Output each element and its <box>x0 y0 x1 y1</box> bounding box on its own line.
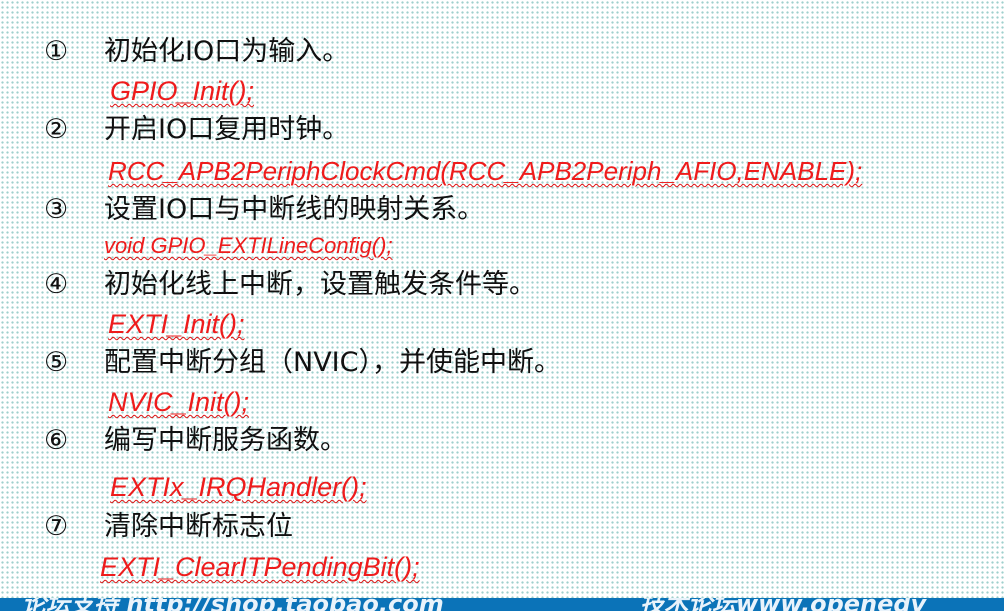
step-number: ⑦ <box>44 511 69 542</box>
step-description: 开启IO口复用时钟。 <box>104 114 350 145</box>
code-snippet: NVIC_Init(); <box>108 387 250 417</box>
footer-band: 论坛支持 http://shop.taobao.com 技术论坛www.open… <box>0 598 1004 611</box>
footer-left-text: 论坛支持 http://shop.taobao.com <box>22 598 444 611</box>
code-snippet: EXTIx_IRQHandler(); <box>110 472 367 502</box>
steps-list: ① 初始化IO口为输入。 GPIO_Init(); ② 开启IO口复用时钟。 R… <box>0 0 1004 611</box>
code-snippet: void GPIO_EXTILineConfig(); <box>104 233 393 258</box>
code-snippet: EXTI_ClearITPendingBit(); <box>100 552 420 582</box>
step-description: 配置中断分组（NVIC），并使能中断。 <box>104 347 561 378</box>
step-description: 清除中断标志位 <box>104 511 293 542</box>
step-number: ① <box>44 36 69 67</box>
step-description: 初始化IO口为输入。 <box>104 36 350 67</box>
step-number: ③ <box>44 194 69 225</box>
footer-right-text: 技术论坛www.openedv <box>640 598 926 611</box>
step-description: 设置IO口与中断线的映射关系。 <box>104 194 485 225</box>
code-snippet: EXTI_Init(); <box>108 309 245 339</box>
code-snippet: GPIO_Init(); <box>110 76 255 106</box>
step-number: ④ <box>44 269 69 300</box>
step-description: 编写中断服务函数。 <box>104 425 347 456</box>
step-number: ⑥ <box>44 425 69 456</box>
step-number: ② <box>44 114 69 145</box>
step-number: ⑤ <box>44 347 69 378</box>
step-description: 初始化线上中断，设置触发条件等。 <box>104 269 536 300</box>
code-snippet: RCC_APB2PeriphClockCmd(RCC_APB2Periph_AF… <box>108 156 863 186</box>
